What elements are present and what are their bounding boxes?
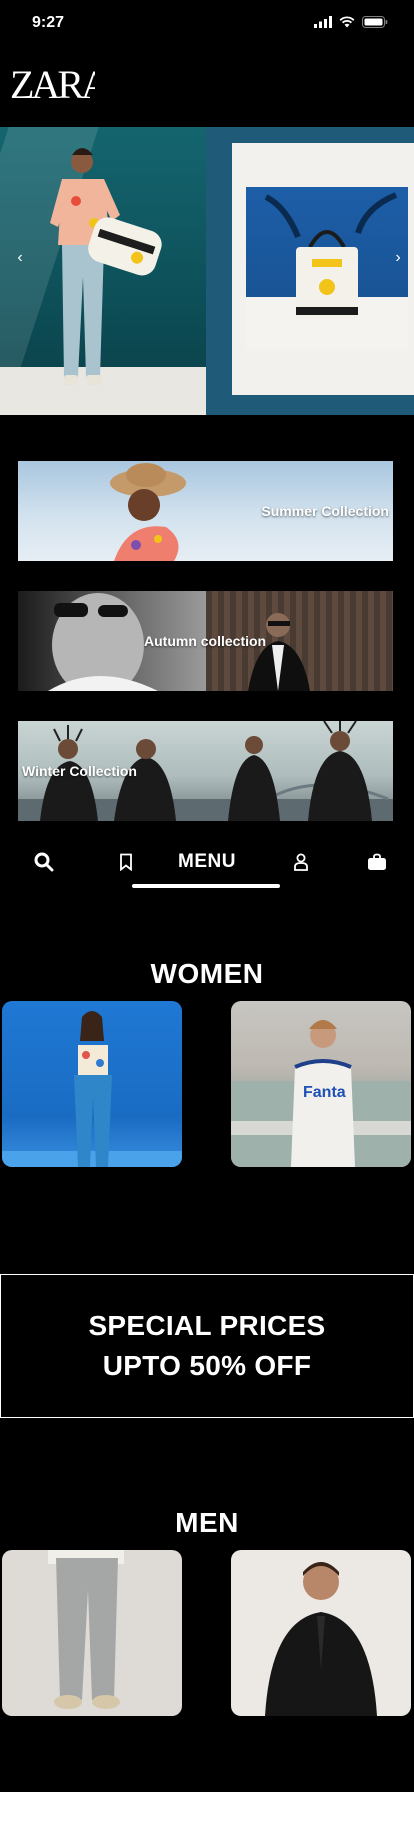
carousel-next-arrow[interactable]: ›	[388, 249, 408, 267]
page-footer-bar	[0, 1792, 414, 1842]
carousel-prev-arrow[interactable]: ‹	[10, 249, 30, 267]
menu-active-indicator	[132, 884, 280, 888]
shopping-bag-icon	[368, 853, 386, 870]
svg-text:Fanta: Fanta	[303, 1084, 346, 1101]
zara-logo[interactable]: ZARA	[10, 62, 95, 104]
hero-image-bag-photo: ›	[206, 127, 414, 415]
bottom-navigation: MENU	[0, 840, 414, 890]
promo-line-2: UPTO 50% OFF	[102, 1350, 312, 1381]
wishlist-button[interactable]	[114, 850, 138, 874]
menu-button[interactable]: MENU	[160, 850, 254, 874]
summer-collection-banner[interactable]: Summer Collection	[18, 461, 393, 561]
hero-carousel[interactable]: ‹ ›	[0, 127, 414, 415]
account-button[interactable]	[289, 850, 313, 874]
status-icons	[314, 16, 388, 28]
cellular-signal-icon	[314, 16, 332, 28]
hero-image-model-with-bag: ‹	[0, 127, 206, 415]
bag-button[interactable]	[364, 850, 390, 874]
men-product-card[interactable]	[2, 1550, 182, 1716]
promo-line-1: SPECIAL PRICES	[88, 1310, 326, 1341]
model-figure	[50, 148, 162, 385]
home-screen: 9:27 ZARA	[0, 0, 414, 1842]
collection-label-summer: Summer Collection	[261, 503, 389, 519]
status-bar: 9:27	[0, 0, 414, 44]
men-product-image	[48, 1550, 124, 1709]
collection-label-winter: Winter Collection	[22, 763, 137, 779]
user-icon	[294, 853, 308, 871]
wifi-icon	[339, 16, 355, 28]
winter-collection-banner[interactable]: Winter Collection	[18, 721, 393, 821]
men-product-image	[265, 1562, 377, 1716]
search-button[interactable]	[32, 850, 56, 874]
women-product-image	[2, 1011, 182, 1167]
women-product-card[interactable]: Fanta	[231, 1001, 411, 1167]
women-section-title: WOMEN	[150, 958, 264, 989]
svg-text:ZARA: ZARA	[10, 62, 95, 104]
autumn-collection-banner[interactable]: Autumn collection	[18, 591, 393, 691]
collection-label-autumn: Autumn collection	[144, 633, 267, 649]
women-product-image: Fanta	[231, 1020, 411, 1167]
status-time: 9:27	[32, 14, 65, 31]
men-product-card[interactable]	[231, 1550, 411, 1716]
men-section-title: MEN	[175, 1507, 239, 1538]
tote-bag-illustration	[264, 192, 398, 319]
special-prices-banner[interactable]: SPECIAL PRICES UPTO 50% OFF	[0, 1274, 414, 1418]
bookmark-icon	[120, 853, 132, 871]
battery-icon	[362, 16, 388, 28]
women-product-card[interactable]	[2, 1001, 182, 1167]
search-icon	[34, 852, 54, 872]
